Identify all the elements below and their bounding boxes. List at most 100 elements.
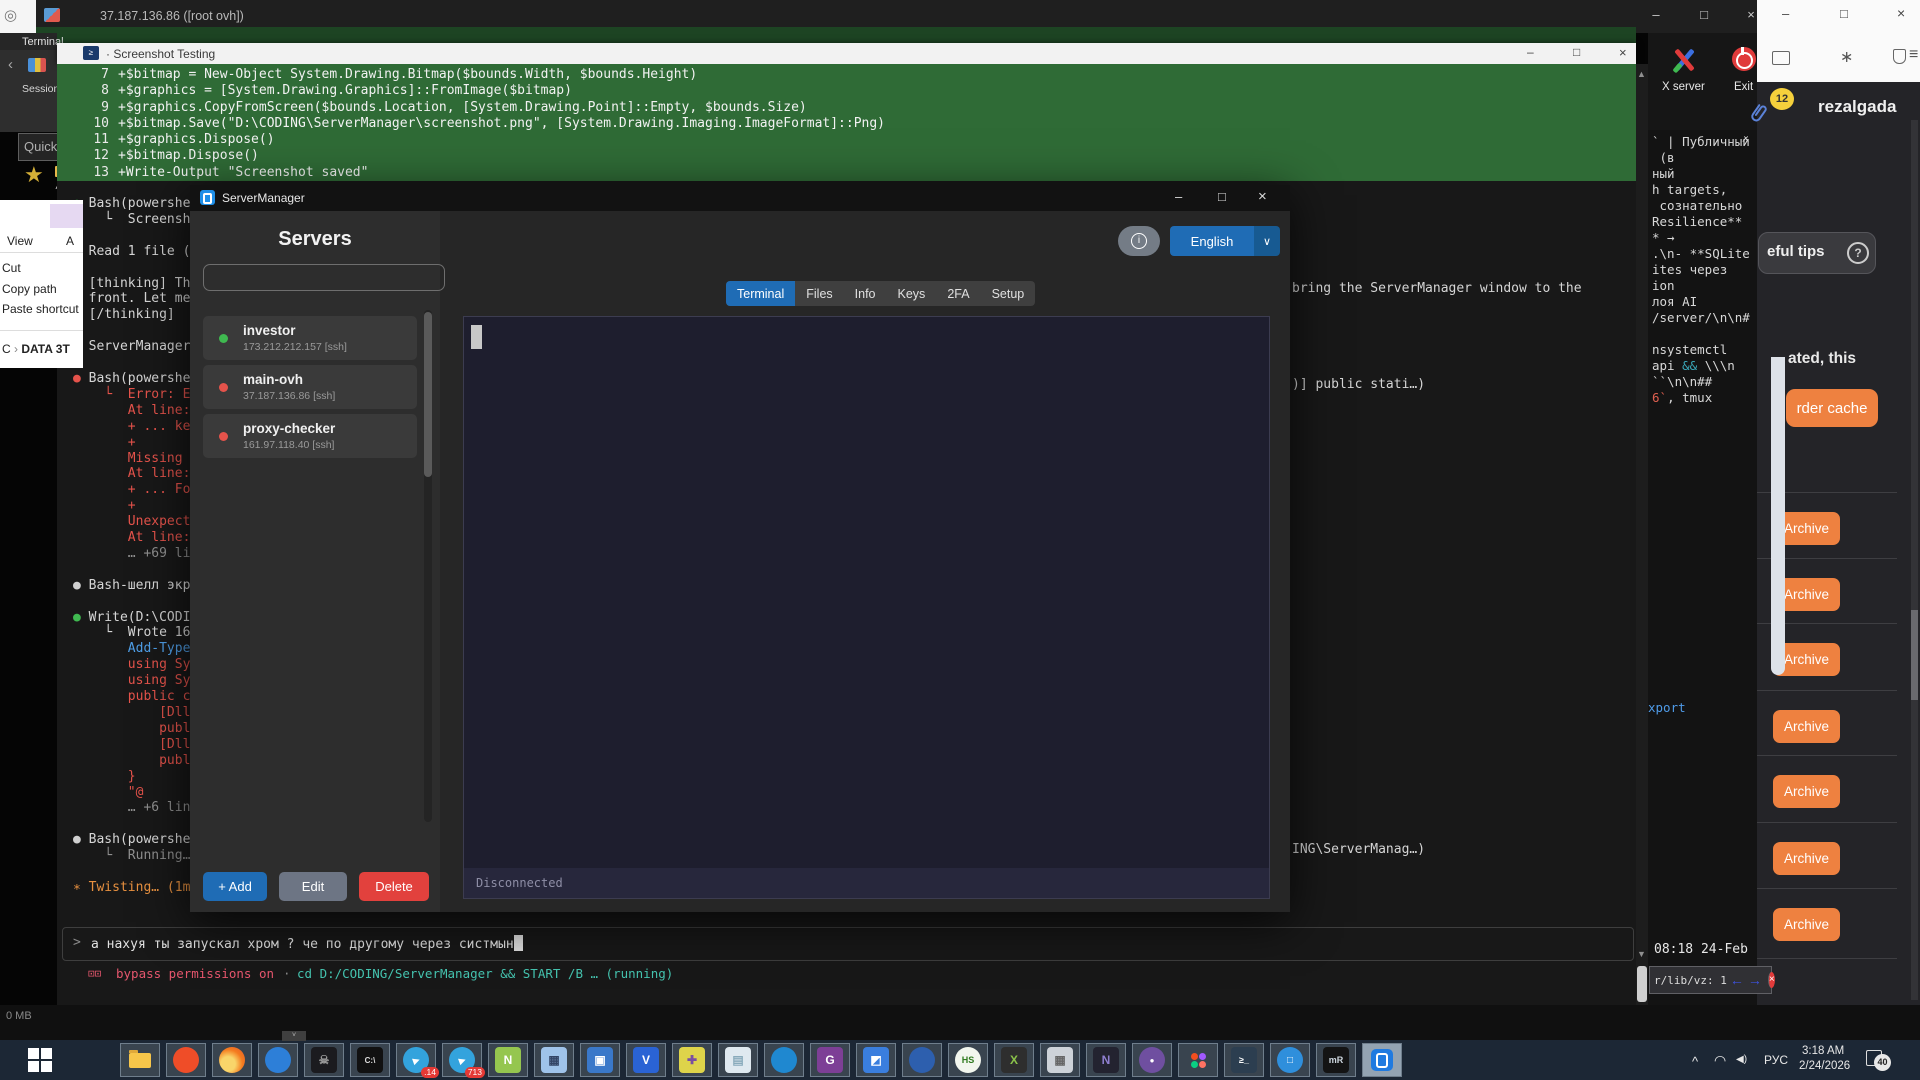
taskbar-icon-windows-app[interactable]: ▣ <box>580 1043 620 1077</box>
tab-info[interactable]: Info <box>844 281 887 306</box>
quick-connect-box[interactable]: Quick <box>18 133 59 161</box>
keyboard-language[interactable]: РУС <box>1764 1053 1788 1067</box>
info-button[interactable]: i <box>1118 226 1160 256</box>
menu-hamburger-icon[interactable]: ≡ <box>1909 46 1918 64</box>
code-close-button[interactable]: × <box>1619 45 1627 60</box>
taskbar-icon-brave-browser[interactable] <box>166 1043 206 1077</box>
taskbar-icon-telegram-1[interactable]: ▸.14 <box>396 1043 436 1077</box>
tab-terminal[interactable]: Terminal <box>726 281 795 306</box>
sparkle-icon[interactable]: ∗ <box>1840 47 1853 67</box>
ssh-terminal-panel[interactable]: Disconnected <box>463 316 1270 899</box>
scroll-up-icon[interactable]: ▲ <box>1637 69 1646 79</box>
tab-view[interactable]: View <box>7 234 33 248</box>
edit-server-button[interactable]: Edit <box>279 872 347 901</box>
sidebar-scrollbar[interactable] <box>424 310 432 822</box>
scroll-thumb[interactable] <box>1637 966 1647 1002</box>
taskbar-icon-blue-swirl-app[interactable] <box>764 1043 804 1077</box>
browser-close-button[interactable]: × <box>1897 5 1905 21</box>
claude-input-box[interactable]: > а нахуя ты запускал хром ? че по друго… <box>62 927 1634 961</box>
notification-center-icon[interactable]: 40 <box>1866 1048 1892 1072</box>
taskbar-icon-telegram-2[interactable]: ▸713 <box>442 1043 482 1077</box>
taskbar-icon-frest-app[interactable]: ☠ <box>304 1043 344 1077</box>
start-button[interactable] <box>28 1048 52 1072</box>
back-arrow-icon[interactable]: ‹ <box>8 56 13 73</box>
clock-date[interactable]: 2/24/2026 <box>1799 1060 1850 1072</box>
taskbar-icon-servermanager-app[interactable] <box>1362 1043 1402 1077</box>
root-maximize-button[interactable]: □ <box>1689 7 1719 22</box>
taskbar-icon-anydesk[interactable]: □ <box>1270 1043 1310 1077</box>
wallet-icon[interactable] <box>1772 51 1790 65</box>
taskbar-icon-github-desktop[interactable]: ● <box>1132 1043 1172 1077</box>
archive-button[interactable]: Archive <box>1773 908 1840 941</box>
code-minimize-button[interactable]: – <box>1527 45 1534 59</box>
add-server-button[interactable]: + Add <box>203 872 267 901</box>
tab-keys[interactable]: Keys <box>887 281 937 306</box>
inner-scrollbar[interactable] <box>1771 357 1785 675</box>
scroll-down-icon[interactable]: ▼ <box>1637 949 1646 959</box>
reorder-cache-button[interactable]: rder cache <box>1786 389 1878 427</box>
favorites-star-icon[interactable]: ★ <box>24 162 44 188</box>
archive-button[interactable]: Archive <box>1773 710 1840 743</box>
taskbar-icon-octopus-app[interactable] <box>902 1043 942 1077</box>
taskbar-icon-cmd-terminal[interactable]: C:\ <box>350 1043 390 1077</box>
archive-button[interactable]: Archive <box>1773 775 1840 808</box>
language-dropdown[interactable]: English ∨ <box>1170 226 1280 256</box>
taskbar-icon-printer-tool[interactable]: ▦ <box>1040 1043 1080 1077</box>
find-prev-icon[interactable]: ← <box>1730 972 1744 988</box>
tab-a[interactable]: A <box>66 234 74 248</box>
root-minimize-button[interactable]: – <box>1641 7 1671 22</box>
archive-button[interactable]: Archive <box>1773 842 1840 875</box>
sm-close-button[interactable]: × <box>1258 188 1267 205</box>
taskbar-icon-sharex[interactable]: X <box>994 1043 1034 1077</box>
tab-2fa[interactable]: 2FA <box>936 281 980 306</box>
breadcrumb[interactable]: C › DATA 3T <box>2 342 70 356</box>
xserver-button[interactable]: X server <box>1660 45 1710 100</box>
terminal-scroll-arrow[interactable]: ^ <box>1742 136 1749 150</box>
taskbar-icon-glass-notepad[interactable]: ▤ <box>718 1043 758 1077</box>
wifi-icon[interactable]: ◠ <box>1714 1052 1726 1069</box>
findbar-text[interactable]: r/lib/vz: 1 <box>1650 974 1727 987</box>
taskbar-icon-heidisql[interactable]: HS <box>948 1043 988 1077</box>
taskbar-icon-notepad-plus[interactable]: N <box>488 1043 528 1077</box>
taskbar-icon-firefox-browser[interactable] <box>212 1043 252 1077</box>
taskbar-icon-v-app[interactable]: V <box>626 1043 666 1077</box>
sm-maximize-button[interactable]: □ <box>1218 189 1226 204</box>
claude-scrollbar[interactable]: ▲ ▼ <box>1636 64 1648 1005</box>
find-next-icon[interactable]: → <box>1748 972 1762 988</box>
tray-chevron-icon[interactable]: ^ <box>1692 1054 1698 1069</box>
taskbar-icon-photos-app[interactable]: ◩ <box>856 1043 896 1077</box>
findbar-close-icon[interactable]: × <box>1768 972 1775 988</box>
taskbar-peek-tab[interactable]: ˅ <box>282 1031 306 1041</box>
sm-minimize-button[interactable]: – <box>1175 189 1182 204</box>
tab-files[interactable]: Files <box>795 281 843 306</box>
tips-pill[interactable]: eful tips ? <box>1758 232 1876 274</box>
claude-input-text[interactable]: а нахуя ты запускал хром ? че по другому… <box>91 935 523 952</box>
clock-time[interactable]: 3:18 AM <box>1802 1045 1844 1057</box>
paperclip-icon[interactable] <box>1748 103 1768 130</box>
taskbar-icon-file-explorer[interactable] <box>120 1043 160 1077</box>
menu-item-copy-path[interactable]: Copy path <box>2 282 57 296</box>
session-icon[interactable] <box>28 58 46 72</box>
browser-scrollbar-track[interactable] <box>1911 120 1918 1000</box>
browser-minimize-button[interactable]: – <box>1782 6 1789 21</box>
server-list-item[interactable]: proxy-checker161.97.118.40 [ssh] <box>203 414 417 458</box>
taskbar-icon-calculator[interactable]: ▦ <box>534 1043 574 1077</box>
server-search-input[interactable] <box>203 264 445 291</box>
taskbar-icon-gimp-doc[interactable]: G <box>810 1043 850 1077</box>
browser-maximize-button[interactable]: □ <box>1840 6 1848 21</box>
taskbar-icon-neovim[interactable]: N <box>1086 1043 1126 1077</box>
shield-icon[interactable] <box>1893 49 1906 64</box>
server-list-item[interactable]: investor173.212.212.157 [ssh] <box>203 316 417 360</box>
delete-server-button[interactable]: Delete <box>359 872 429 901</box>
menu-item-paste-shortcut[interactable]: Paste shortcut <box>2 302 79 316</box>
taskbar-icon-figma[interactable] <box>1178 1043 1218 1077</box>
volume-icon[interactable]: ◀) <box>1736 1054 1747 1065</box>
taskbar-icon-screenshot-tool[interactable]: ✚ <box>672 1043 712 1077</box>
sidebar-scroll-thumb[interactable] <box>424 312 432 477</box>
server-list-item[interactable]: main-ovh37.187.136.86 [ssh] <box>203 365 417 409</box>
code-maximize-button[interactable]: □ <box>1573 45 1580 59</box>
tab-setup[interactable]: Setup <box>981 281 1036 306</box>
pin-icon[interactable]: ◎ <box>4 6 17 24</box>
menu-item-cut[interactable]: Cut <box>2 261 21 275</box>
taskbar-icon-thunderbird-mail[interactable] <box>258 1043 298 1077</box>
